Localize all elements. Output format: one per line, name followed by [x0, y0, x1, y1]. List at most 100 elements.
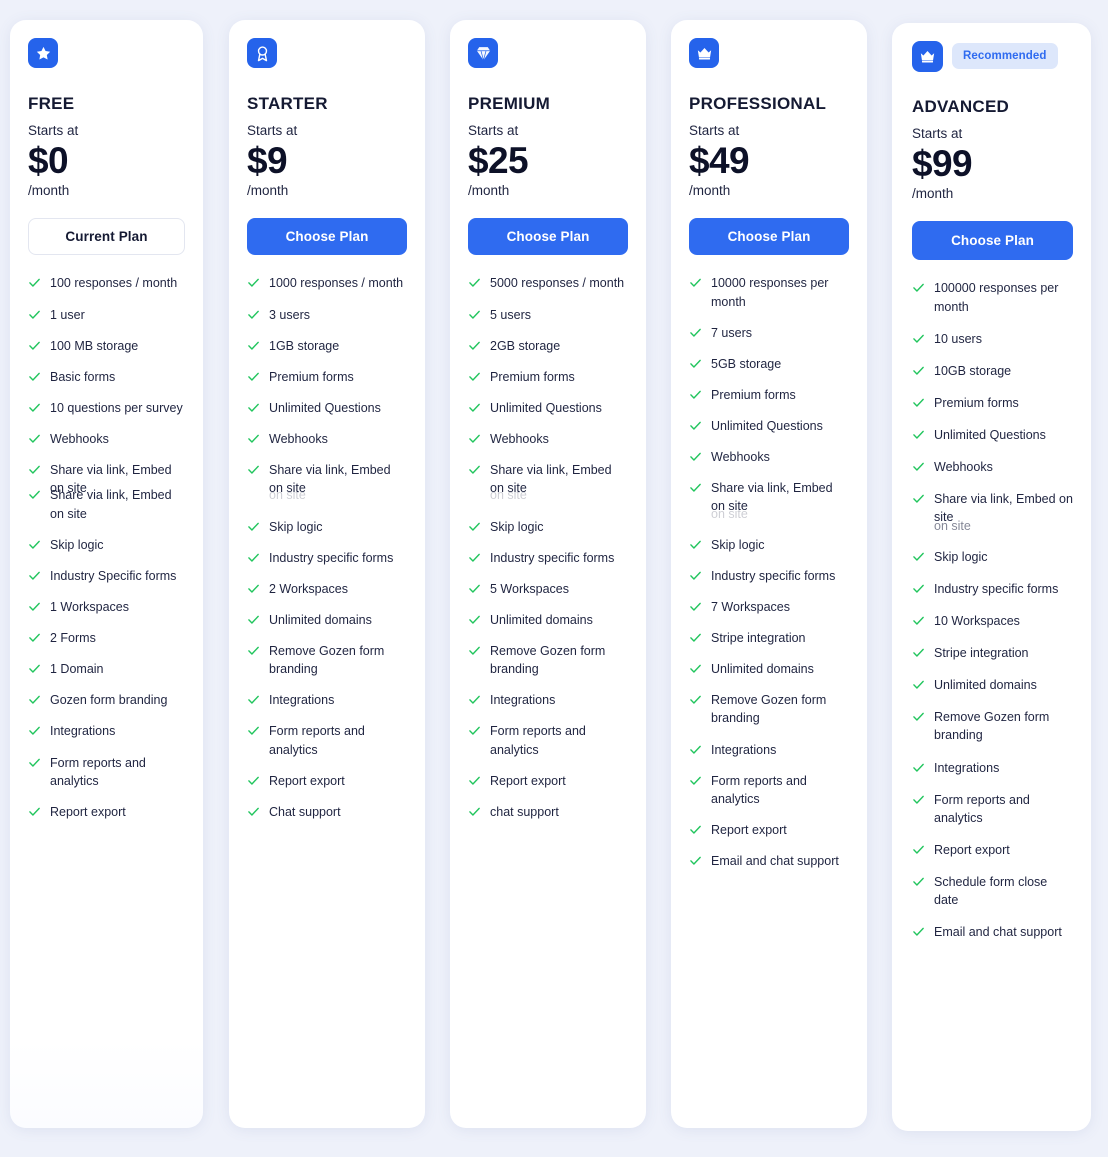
check-icon [247, 370, 260, 383]
plan-feature-label: Stripe integration [934, 646, 1029, 661]
plan-feature-label: Unlimited Questions [269, 400, 381, 415]
plan-feature-item: Unlimited domains [912, 676, 1073, 694]
check-icon [28, 339, 41, 352]
check-icon [689, 662, 702, 675]
plan-name: FREE [28, 94, 75, 113]
plan-feature-item: Form reports and analytics [689, 772, 849, 808]
check-icon [247, 432, 260, 445]
plan-card-body: PROFESSIONAL Starts at $49/month Choose Pla… [671, 20, 867, 1128]
plan-card-premium: PREMIUM Starts at $25/month Choose Plan 5000… [450, 20, 646, 1128]
plan-feature-item: chat support [468, 803, 628, 821]
check-icon [247, 520, 260, 533]
check-icon [912, 710, 925, 723]
plan-feature-item: Premium forms [247, 368, 407, 386]
plan-feature-label: Chat support [269, 804, 341, 819]
plan-feature-item: Remove Gozen form branding [468, 642, 628, 678]
plan-header [468, 36, 628, 70]
check-icon [689, 450, 702, 463]
choose-plan-button[interactable]: Choose Plan [468, 218, 628, 256]
plan-feature-item: Industry specific forms [468, 549, 628, 567]
current-plan-button[interactable]: Current Plan [28, 218, 185, 256]
recommended-badge: Recommended [952, 43, 1058, 69]
check-icon [247, 551, 260, 564]
plan-feature-label: Unlimited domains [490, 612, 593, 627]
plan-feature-label: Webhooks [269, 432, 328, 447]
plan-feature-label: 1 Domain [50, 662, 104, 677]
plan-feature-item: on site [468, 486, 628, 504]
plan-feature-label: Form reports and analytics [50, 755, 146, 788]
check-icon [689, 600, 702, 613]
plan-feature-label: Integrations [934, 760, 1000, 775]
plan-feature-item: Report export [468, 772, 628, 790]
plan-feature-label: Share via link, Embed on site [50, 488, 172, 521]
plan-feature-item: Form reports and analytics [912, 791, 1073, 827]
plan-header: Recommended [912, 39, 1073, 73]
plan-feature-label: on site [711, 506, 748, 521]
plan-feature-item: 10000 responses per month [689, 274, 849, 310]
plan-feature-label: Schedule form close date [934, 875, 1048, 908]
plan-feature-item: Unlimited Questions [468, 399, 628, 417]
plan-feature-item: 10 Workspaces [912, 612, 1073, 630]
check-icon [247, 805, 260, 818]
plan-feature-label: Skip logic [50, 537, 104, 552]
check-icon [689, 419, 702, 432]
plan-feature-item: Skip logic [912, 548, 1073, 566]
check-icon [247, 613, 260, 626]
plan-feature-item: Skip logic [689, 536, 849, 554]
check-icon [468, 339, 481, 352]
check-icon [468, 370, 481, 383]
plan-feature-item: Unlimited Questions [247, 399, 407, 417]
plan-feature-label: Integrations [711, 742, 777, 757]
check-icon [912, 875, 925, 888]
plan-feature-list: 1000 responses / month 3 users 1GB storage… [247, 274, 407, 821]
plan-name: STARTER [247, 94, 328, 113]
plan-feature-item: 2 Forms [28, 629, 185, 647]
plan-header [247, 36, 407, 70]
choose-plan-button[interactable]: Choose Plan [912, 221, 1073, 261]
plan-feature-item: Industry specific forms [247, 549, 407, 567]
plan-feature-label: Form reports and analytics [490, 724, 586, 757]
plan-feature-item: 5000 responses / month [468, 274, 628, 292]
plan-feature-item: Unlimited Questions [689, 417, 849, 435]
plan-period: /month [468, 183, 510, 199]
plan-feature-label: Remove Gozen form branding [490, 644, 606, 677]
plan-price: $25 [468, 140, 529, 181]
check-icon [247, 308, 260, 321]
plan-feature-item: Schedule form close date [912, 873, 1073, 909]
choose-plan-button[interactable]: Choose Plan [247, 218, 407, 256]
plan-feature-label: Form reports and analytics [711, 773, 807, 806]
plan-feature-label: Integrations [50, 724, 116, 739]
plan-feature-item: 100 MB storage [28, 337, 185, 355]
check-icon [468, 774, 481, 787]
check-icon [912, 646, 925, 659]
plan-feature-item: Stripe integration [912, 644, 1073, 662]
plan-card-body: Recommended ADVANCED Starts at $99/month Cho… [892, 23, 1091, 1131]
crown-icon [912, 40, 943, 72]
check-icon [28, 370, 41, 383]
plan-feature-item: Integrations [28, 722, 185, 740]
plan-feature-label: 5 users [490, 307, 531, 322]
check-icon [28, 805, 41, 818]
plan-feature-label: Industry specific forms [934, 581, 1059, 596]
plan-feature-item: Report export [689, 821, 849, 839]
plan-price: $9 [247, 140, 288, 181]
check-icon [28, 463, 41, 476]
check-icon [689, 538, 702, 551]
choose-plan-button[interactable]: Choose Plan [689, 218, 849, 256]
check-icon [912, 332, 925, 345]
check-icon [912, 582, 925, 595]
plan-feature-item: Stripe integration [689, 629, 849, 647]
plan-feature-label: Basic forms [50, 369, 116, 384]
check-icon [28, 724, 41, 737]
plan-feature-label: Gozen form branding [50, 693, 168, 708]
plan-feature-item: 3 users [247, 306, 407, 324]
plan-feature-label: Premium forms [269, 369, 354, 384]
plan-feature-item: Form reports and analytics [28, 754, 185, 790]
crown-icon [689, 38, 719, 68]
award-ribbon-icon [247, 38, 277, 68]
plan-feature-item: Unlimited domains [468, 611, 628, 629]
plan-feature-item: Unlimited domains [247, 611, 407, 629]
check-icon [468, 551, 481, 564]
check-icon [912, 614, 925, 627]
plan-feature-label: Form reports and analytics [269, 724, 365, 757]
